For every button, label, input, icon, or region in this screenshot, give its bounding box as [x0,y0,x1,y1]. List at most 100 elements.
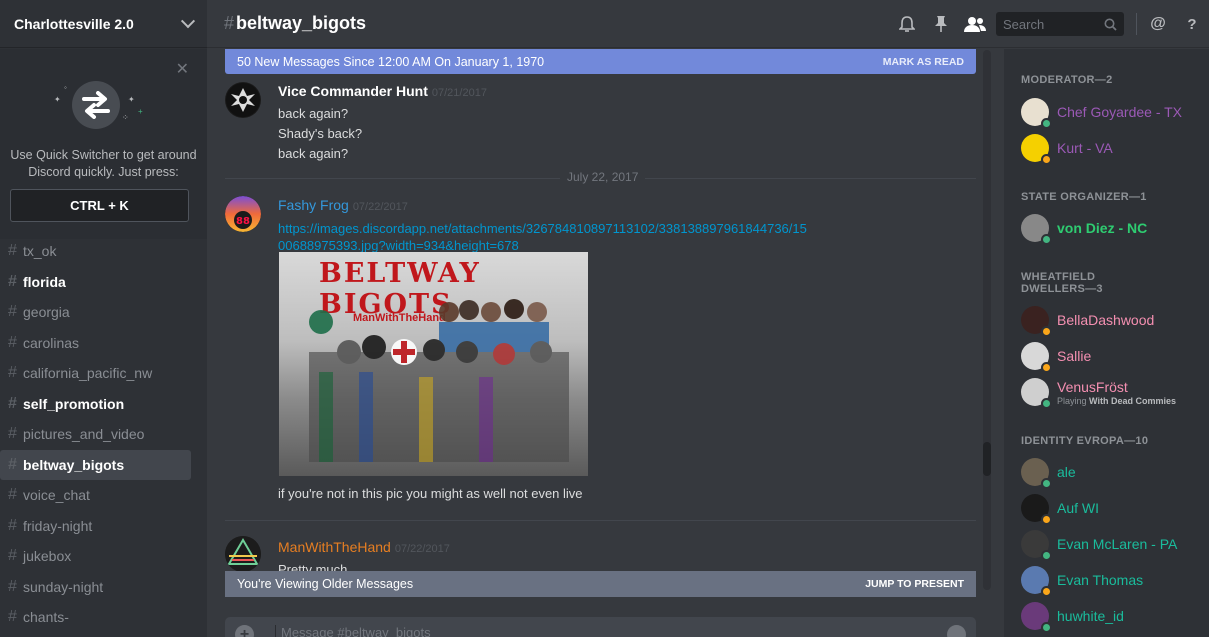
channel-name: friday-night [23,517,93,534]
hash-icon: # [8,364,17,382]
avatar[interactable] [225,82,261,118]
members-icon[interactable] [958,7,992,41]
member-item[interactable]: VenusFröst Playing With Dead Commies [1021,374,1176,410]
swap-arrows-icon [72,81,120,129]
message-text: back again? [278,106,349,121]
quick-switcher-shortcut[interactable]: CTRL + K [10,189,189,222]
channel-item[interactable]: # florida [0,267,191,298]
avatar[interactable] [225,536,261,571]
avatar [1021,342,1052,373]
member-name: Sallie [1057,348,1092,364]
member-group-header: IDENTITY EVROPA—10 [1021,435,1149,447]
scrollbar[interactable] [983,50,991,590]
member-item[interactable]: von Diez - NC [1021,210,1147,246]
older-messages-bar[interactable]: You're Viewing Older Messages JUMP TO PR… [225,571,976,597]
svg-text:88: 88 [236,216,250,227]
message-author[interactable]: Fashy Frog [278,197,349,213]
channel-item[interactable]: # sunday-night [0,572,191,603]
chevron-down-icon[interactable] [180,13,196,28]
sparkle-icon: + [138,107,143,116]
status-idle-icon [1041,362,1052,373]
avatar [1021,566,1052,597]
channel-name: florida [23,273,66,290]
channel-item[interactable]: # voice_chat [0,480,191,511]
close-icon[interactable]: ✕ [176,59,189,79]
jump-to-present-button[interactable]: JUMP TO PRESENT [865,578,964,590]
member-item[interactable]: Kurt - VA [1021,130,1113,166]
member-item[interactable]: Sallie [1021,338,1091,374]
channel-name: georgia [23,304,70,321]
message-group: ManWithTheHand 07/22/2017 Pretty much [225,536,976,571]
member-name: von Diez - NC [1057,220,1148,236]
emoji-icon[interactable] [947,625,966,637]
avatar [1021,378,1052,409]
message-text: Pretty much [278,562,348,571]
hash-icon: # [8,455,17,473]
message-list[interactable]: Vice Commander Hunt 07/21/2017 back again… [225,74,976,571]
sparkle-icon: ✦ [54,95,61,104]
avatar [1021,494,1052,525]
message-composer[interactable]: + Message #beltway_bigots [225,617,976,637]
search-placeholder: Search [1003,16,1045,32]
status-idle-icon [1041,586,1052,597]
hash-icon: # [8,242,17,260]
hash-icon: # [8,577,17,595]
attached-image[interactable]: BELTWAY BIGOTS ManWithTheHand [279,252,588,476]
channel-name: sunday-night [23,578,104,595]
message-author[interactable]: Vice Commander Hunt [278,83,428,99]
avatar [1021,458,1052,489]
status-online-icon [1041,622,1052,633]
member-name: Auf WI [1057,500,1100,516]
member-item[interactable]: Evan Thomas [1021,562,1143,598]
channel-item[interactable]: # chants- [0,602,191,633]
channel-item[interactable]: # pictures_and_video [0,419,191,450]
member-item[interactable]: Chef Goyardee - TX [1021,94,1182,130]
at-icon[interactable]: @ [1141,7,1175,41]
help-icon[interactable]: ? [1175,7,1209,41]
member-item[interactable]: huwhite_id [1021,598,1124,634]
bell-icon[interactable] [890,7,924,41]
member-item[interactable]: Auf WI [1021,490,1099,526]
channel-item[interactable]: # georgia [0,297,191,328]
hash-icon: # [8,303,17,321]
channel-item[interactable]: # tx_ok [0,236,191,267]
avatar [1021,530,1052,561]
member-list: MODERATOR—2 Chef Goyardee - TX Kurt - VA… [1004,49,1209,637]
member-item[interactable]: Evan McLaren - PA [1021,526,1177,562]
message-text: Shady's back? [278,126,363,141]
pin-icon[interactable] [924,7,958,41]
channel-name: beltway_bigots [23,456,125,473]
hash-icon: # [8,547,17,565]
channel-item[interactable]: # jukebox [0,541,191,572]
search-input[interactable]: Search [996,12,1124,36]
message-author[interactable]: ManWithTheHand [278,539,391,555]
message-text: back again? [278,146,349,161]
new-messages-bar[interactable]: 50 New Messages Since 12:00 AM On Januar… [225,49,976,74]
scrollbar-thumb[interactable] [983,442,991,476]
message-input[interactable]: Message #beltway_bigots [275,625,431,637]
channel-title-text: beltway_bigots [236,13,367,33]
server-header[interactable]: Charlottesville 2.0 [0,0,207,48]
upload-plus-icon[interactable]: + [235,625,254,637]
channel-item-active[interactable]: # beltway_bigots [0,449,191,480]
member-item[interactable]: ale [1021,454,1076,490]
channel-sidebar: Charlottesville 2.0 ✕ ✦ ◦ ✦ + ⁘ Use Quic… [0,0,207,637]
channel-name: carolinas [23,334,80,351]
message-timestamp: 07/21/2017 [431,87,487,99]
channel-item[interactable]: # friday-night [0,511,191,542]
message-link[interactable]: https://images.discordapp.net/attachment… [278,220,808,254]
search-icon [1104,18,1117,31]
quick-switcher-promo: ✕ ✦ ◦ ✦ + ⁘ Use Quick Switcher to get ar… [0,49,207,239]
hash-icon: # [8,394,17,412]
channel-item[interactable]: # carolinas [0,328,191,359]
mark-as-read-button[interactable]: MARK AS READ [883,56,964,68]
member-item[interactable]: BellaDashwood [1021,302,1154,338]
channel-item[interactable]: # self_promotion [0,389,191,420]
status-online-icon [1041,234,1052,245]
server-name: Charlottesville 2.0 [14,15,134,32]
channel-title: # beltway_bigots [224,13,366,34]
channel-name: jukebox [23,548,72,565]
message-group: Vice Commander Hunt 07/21/2017 back again… [225,80,976,164]
avatar[interactable]: 88 [225,196,261,232]
channel-item[interactable]: # california_pacific_nw [0,358,191,389]
